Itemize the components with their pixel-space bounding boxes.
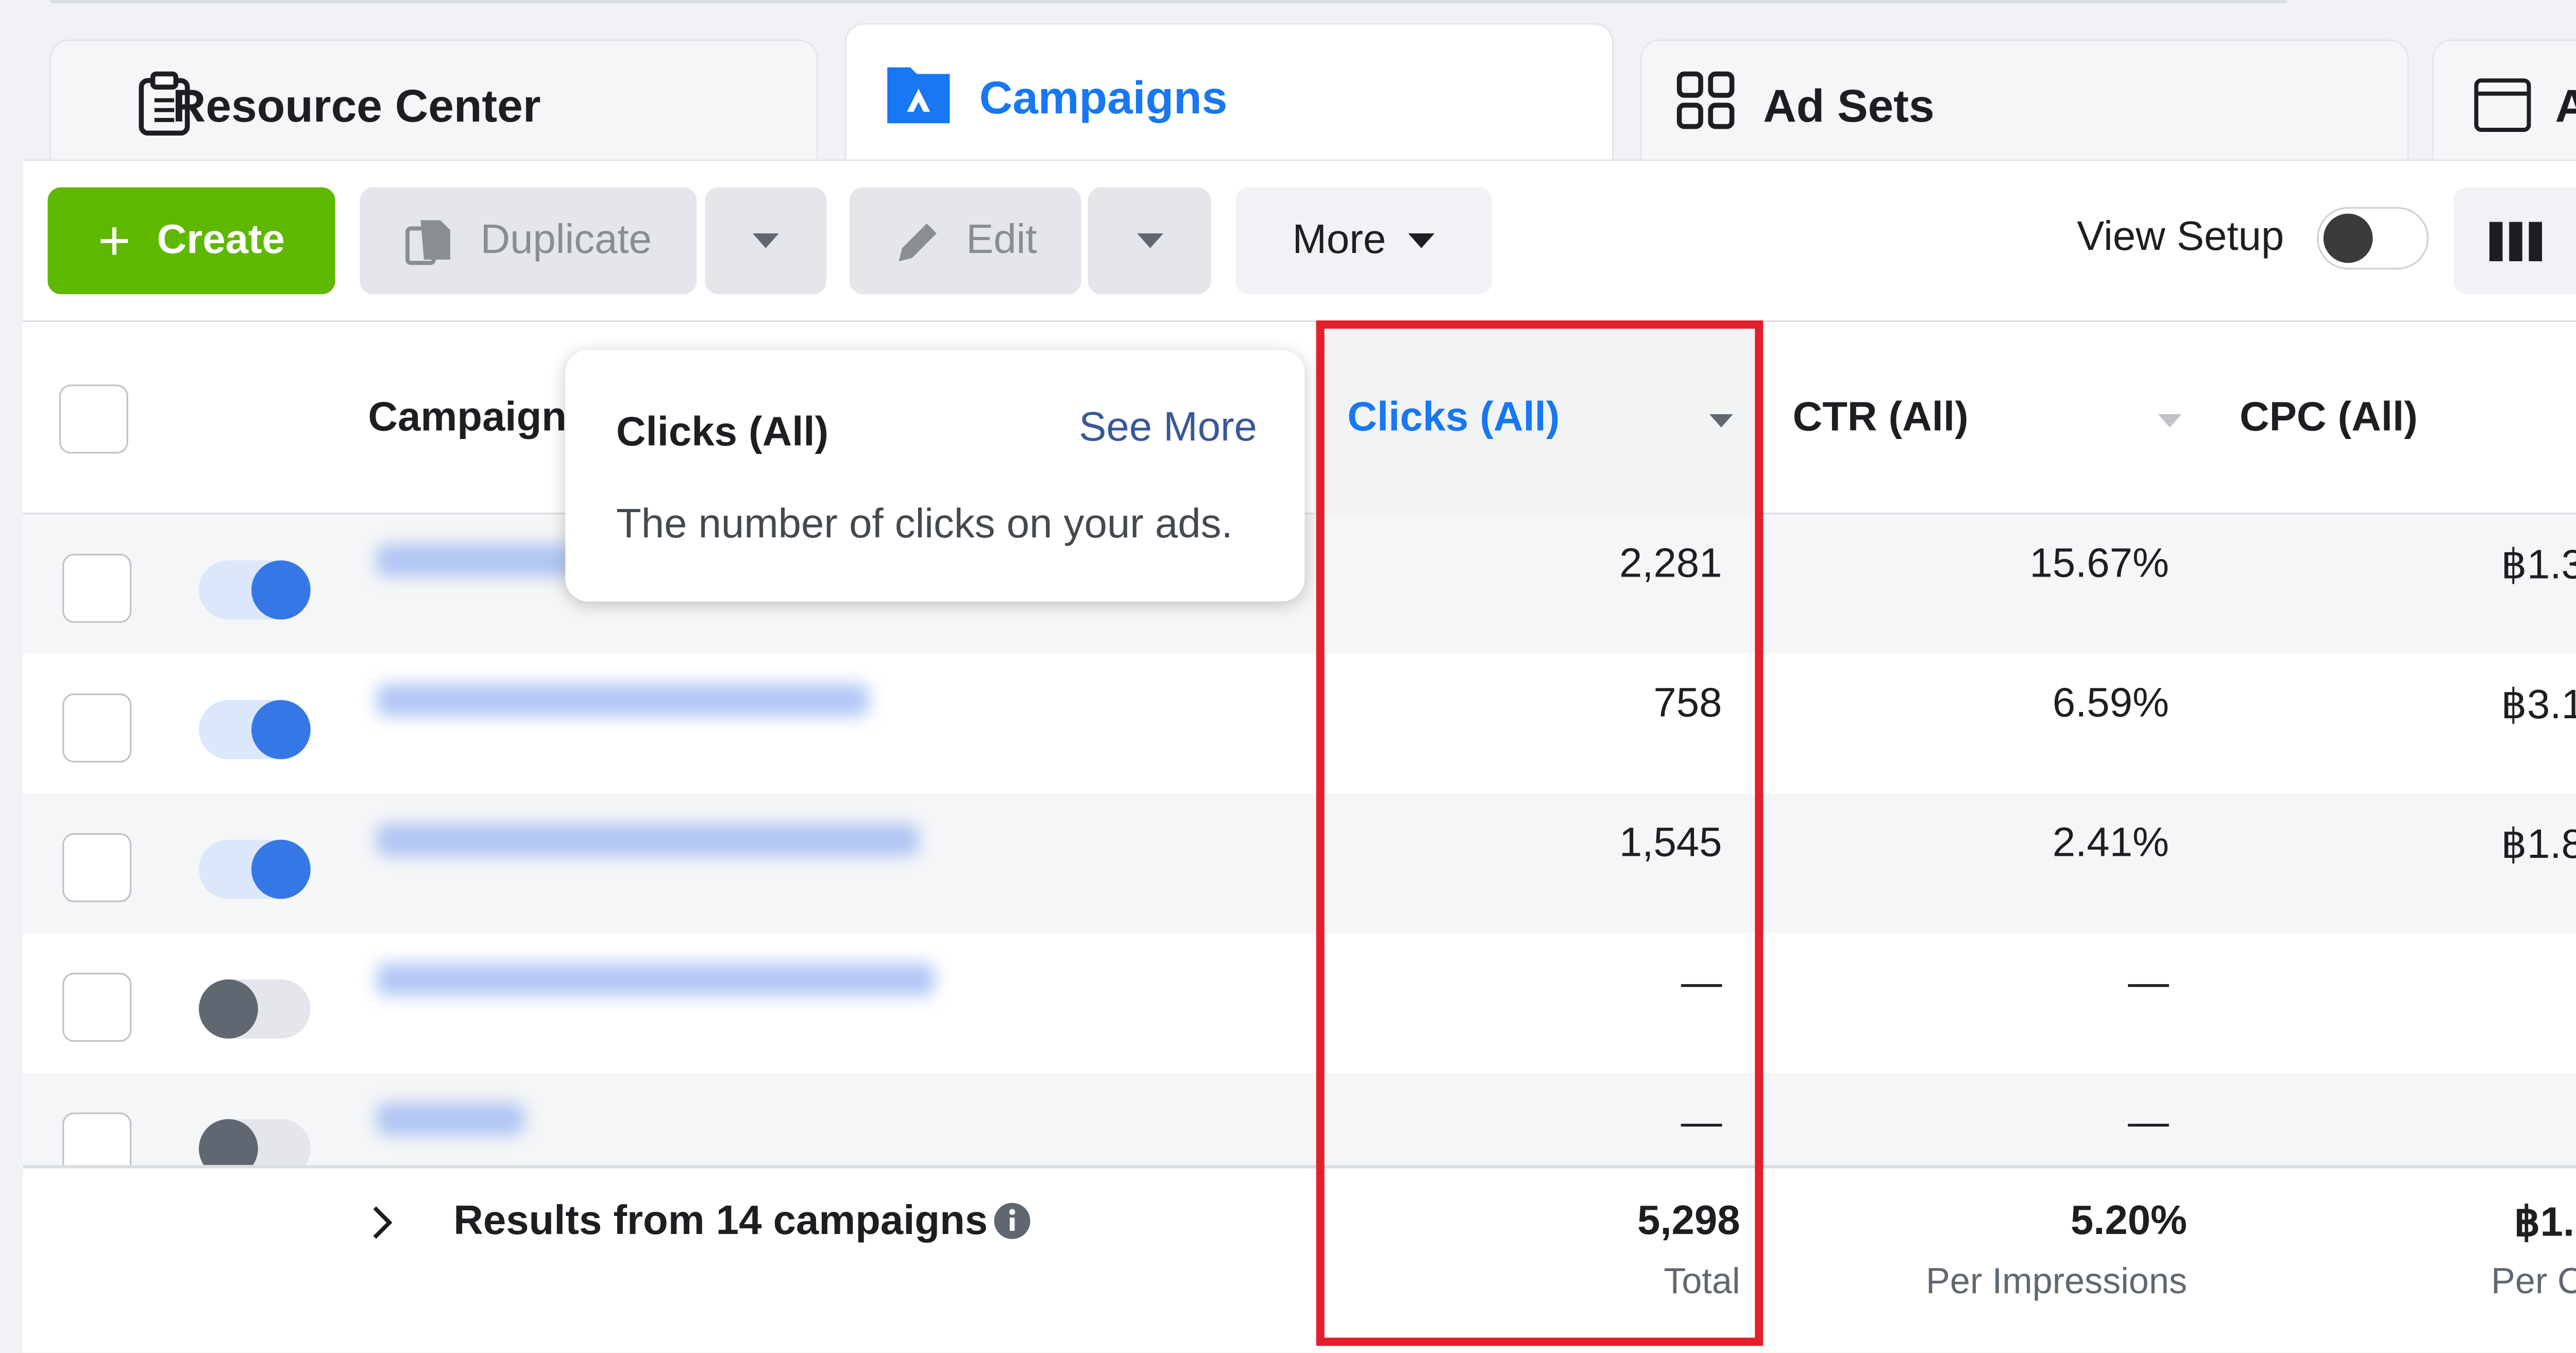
results-label: Results from 14 campaigns: [453, 1198, 988, 1244]
column-title: CTR (All): [1792, 394, 1969, 441]
columns-button[interactable]: [2453, 187, 2576, 294]
table-row[interactable]: 1,545 2.41% ฿1.8: [23, 793, 2576, 934]
column-info-tooltip: Clicks (All) See More The number of clic…: [565, 350, 1305, 602]
sort-caret-icon: [2158, 414, 2182, 428]
toggle-knob: [251, 560, 311, 620]
row-checkbox[interactable]: [62, 973, 132, 1042]
tab-label: Resource Center: [172, 79, 541, 131]
toggle-knob: [251, 839, 311, 899]
column-header-ctr[interactable]: CTR (All): [1793, 322, 2204, 514]
edit-label: Edit: [966, 217, 1037, 263]
toggle-knob: [251, 700, 311, 759]
column-header-cpc[interactable]: CPC (All): [2240, 322, 2576, 514]
caret-down-icon: [1409, 232, 1435, 248]
cpc-value: ฿1.8: [2501, 821, 2576, 868]
grid-icon: [1676, 71, 1735, 129]
cpc-value: ฿1.3: [2501, 542, 2576, 588]
tab-label: A: [2555, 80, 2576, 132]
clicks-value: 758: [1653, 680, 1722, 726]
more-button[interactable]: More: [1235, 187, 1492, 294]
ctr-value: —: [2128, 959, 2170, 1006]
toggle-knob: [198, 1119, 258, 1165]
tab-label: Ad Sets: [1763, 79, 1935, 131]
column-header-clicks[interactable]: Clicks (All): [1314, 322, 1758, 515]
ctr-value: 15.67%: [2029, 540, 2170, 587]
create-label: Create: [157, 217, 285, 263]
tab-resource-center[interactable]: Resource Center: [49, 39, 819, 171]
tooltip-description: The number of clicks on your ads.: [616, 501, 1233, 548]
table-row[interactable]: 758 6.59% ฿3.1: [23, 654, 2576, 794]
ctr-value: —: [2128, 1099, 2170, 1146]
edit-dropdown-button[interactable]: [1088, 187, 1211, 294]
clicks-value: —: [1681, 1099, 1722, 1146]
tab-campaigns[interactable]: Campaigns: [844, 23, 1614, 171]
select-all-checkbox[interactable]: [59, 384, 128, 454]
toggle-knob: [198, 979, 258, 1039]
toolbar: + Create Duplicate Edit More View Setup: [23, 159, 2576, 323]
campaign-folder-icon: [887, 67, 950, 124]
clicks-value: —: [1681, 959, 1722, 1006]
see-more-link[interactable]: See More: [1079, 404, 1257, 452]
clicks-value: 2,281: [1619, 540, 1722, 587]
campaign-toggle[interactable]: [198, 700, 311, 759]
campaign-toggle[interactable]: [198, 979, 311, 1039]
clicks-total-sub: Total: [1664, 1260, 1740, 1302]
ctr-total: 5.20%: [2070, 1198, 2188, 1244]
campaign-toggle[interactable]: [198, 839, 311, 899]
campaign-name-blurred[interactable]: [376, 962, 935, 996]
chevron-right-icon[interactable]: [371, 1205, 395, 1241]
pencil-icon: [899, 223, 937, 261]
table-row[interactable]: — —: [23, 933, 2576, 1073]
ctr-value: 6.59%: [2052, 680, 2170, 726]
column-title: CPC (All): [2240, 394, 2418, 441]
row-checkbox[interactable]: [62, 693, 132, 763]
caret-down-icon: [752, 232, 779, 248]
campaign-name-blurred[interactable]: [376, 823, 919, 856]
ads-manager-view: Resource Center Campaigns Ad Sets A + Cr…: [0, 0, 2576, 1352]
cpc-total-sub: Per C: [2491, 1260, 2576, 1302]
toggle-knob: [2323, 213, 2373, 263]
campaign-name-blurred[interactable]: [376, 1103, 524, 1136]
campaign-toggle[interactable]: [198, 560, 311, 620]
cpc-value: ฿3.1: [2501, 682, 2576, 728]
duplicate-button[interactable]: Duplicate: [360, 187, 697, 294]
campaign-name-blurred[interactable]: [376, 544, 574, 577]
plus-icon: +: [98, 209, 131, 272]
duplicate-icon: [406, 219, 451, 264]
cpc-total: ฿1.: [2514, 1199, 2575, 1246]
duplicate-dropdown-button[interactable]: [705, 187, 827, 294]
row-checkbox[interactable]: [62, 833, 132, 902]
caret-down-icon: [1136, 232, 1163, 248]
tooltip-title: Clicks (All): [616, 409, 829, 455]
columns-icon: [2489, 222, 2543, 262]
campaign-toggle[interactable]: [198, 1119, 311, 1165]
campaign-name-blurred[interactable]: [376, 683, 870, 717]
create-button[interactable]: + Create: [47, 187, 335, 294]
clicks-value: 1,545: [1619, 820, 1722, 866]
more-label: More: [1292, 217, 1386, 263]
column-title: Clicks (All): [1347, 394, 1560, 441]
view-setup-toggle[interactable]: [2317, 207, 2429, 270]
clicks-total: 5,298: [1637, 1198, 1740, 1244]
table-row[interactable]: — —: [23, 1073, 2576, 1165]
ctr-value: 2.41%: [2052, 820, 2170, 866]
edit-button[interactable]: Edit: [849, 187, 1081, 294]
row-checkbox[interactable]: [62, 1112, 132, 1165]
tab-ad-sets[interactable]: Ad Sets: [1640, 39, 2409, 171]
view-setup-label: View Setup: [2077, 213, 2284, 260]
tab-ads[interactable]: A: [2432, 39, 2576, 171]
duplicate-label: Duplicate: [480, 217, 652, 263]
row-checkbox[interactable]: [62, 553, 132, 623]
column-title: Campaign: [368, 394, 567, 441]
sort-caret-icon: [1709, 414, 1733, 428]
results-footer: Results from 14 campaigns 5,298 Total 5.…: [23, 1165, 2576, 1352]
tab-label: Campaigns: [979, 71, 1228, 123]
ctr-total-sub: Per Impressions: [1926, 1260, 2188, 1302]
info-icon[interactable]: [992, 1201, 1032, 1241]
window-icon: [2474, 78, 2531, 132]
